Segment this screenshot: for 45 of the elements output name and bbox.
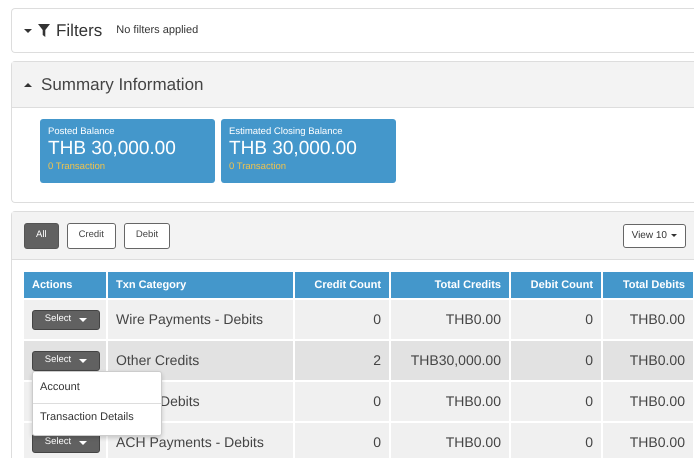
table-cell: THB0.00 bbox=[390, 422, 510, 458]
filters-status: No filters applied bbox=[116, 23, 198, 38]
filter-icon bbox=[38, 24, 50, 37]
column-header: Total Debits bbox=[602, 272, 694, 299]
filters-title[interactable]: Filters bbox=[56, 18, 102, 44]
menu-item[interactable]: Transaction Details bbox=[33, 403, 161, 433]
table-cell: THB0.00 bbox=[602, 299, 694, 340]
table-cell: 0 bbox=[294, 422, 390, 458]
caret-icon bbox=[79, 440, 88, 444]
table-cell: 0 bbox=[510, 340, 602, 381]
tile-count: 0 Transaction bbox=[48, 160, 106, 174]
filter-button[interactable]: Debit bbox=[124, 222, 170, 248]
caret-icon bbox=[79, 358, 88, 362]
table-cell: 2 bbox=[294, 340, 390, 381]
filter-button[interactable]: All bbox=[24, 222, 59, 248]
column-header: Actions bbox=[24, 272, 107, 299]
column-header: Txn Category bbox=[107, 272, 294, 299]
column-header: Credit Count bbox=[294, 272, 390, 299]
column-header: Debit Count bbox=[510, 272, 602, 299]
table-cell: THB0.00 bbox=[602, 340, 694, 381]
table-cell: 0 bbox=[510, 381, 602, 422]
table-cell: THB0.00 bbox=[602, 381, 694, 422]
select-dropdown[interactable]: Select bbox=[32, 350, 100, 370]
table-cell: Other Credits bbox=[107, 340, 294, 381]
table-cell: 0 bbox=[294, 381, 390, 422]
select-dropdown[interactable]: Select bbox=[32, 310, 100, 330]
filter-button[interactable]: Credit bbox=[66, 222, 116, 248]
table-cell: Wire Payments - Debits bbox=[107, 299, 294, 340]
table-cell: THB30,000.00 bbox=[390, 340, 510, 381]
tile-amount: THB 30,000.00 bbox=[229, 138, 358, 160]
view-dropdown[interactable]: View 10 bbox=[622, 224, 686, 248]
tile-label: Posted Balance bbox=[48, 126, 116, 138]
column-header: Total Credits bbox=[390, 272, 510, 299]
table-cell: 0 bbox=[294, 299, 390, 340]
table-cell: THB0.00 bbox=[602, 422, 694, 458]
tile-label: Estimated Closing Balance bbox=[229, 126, 344, 138]
caret-icon bbox=[671, 234, 677, 237]
table-cell: THB0.00 bbox=[390, 299, 510, 340]
caret-icon bbox=[79, 318, 88, 322]
table-cell: 0 bbox=[510, 299, 602, 340]
table-cell: 0 bbox=[510, 422, 602, 458]
tile-amount: THB 30,000.00 bbox=[48, 138, 177, 160]
summary-title[interactable]: Summary Information bbox=[41, 72, 204, 98]
table-cell: THB0.00 bbox=[390, 381, 510, 422]
tile-count: 0 Transaction bbox=[229, 160, 288, 174]
